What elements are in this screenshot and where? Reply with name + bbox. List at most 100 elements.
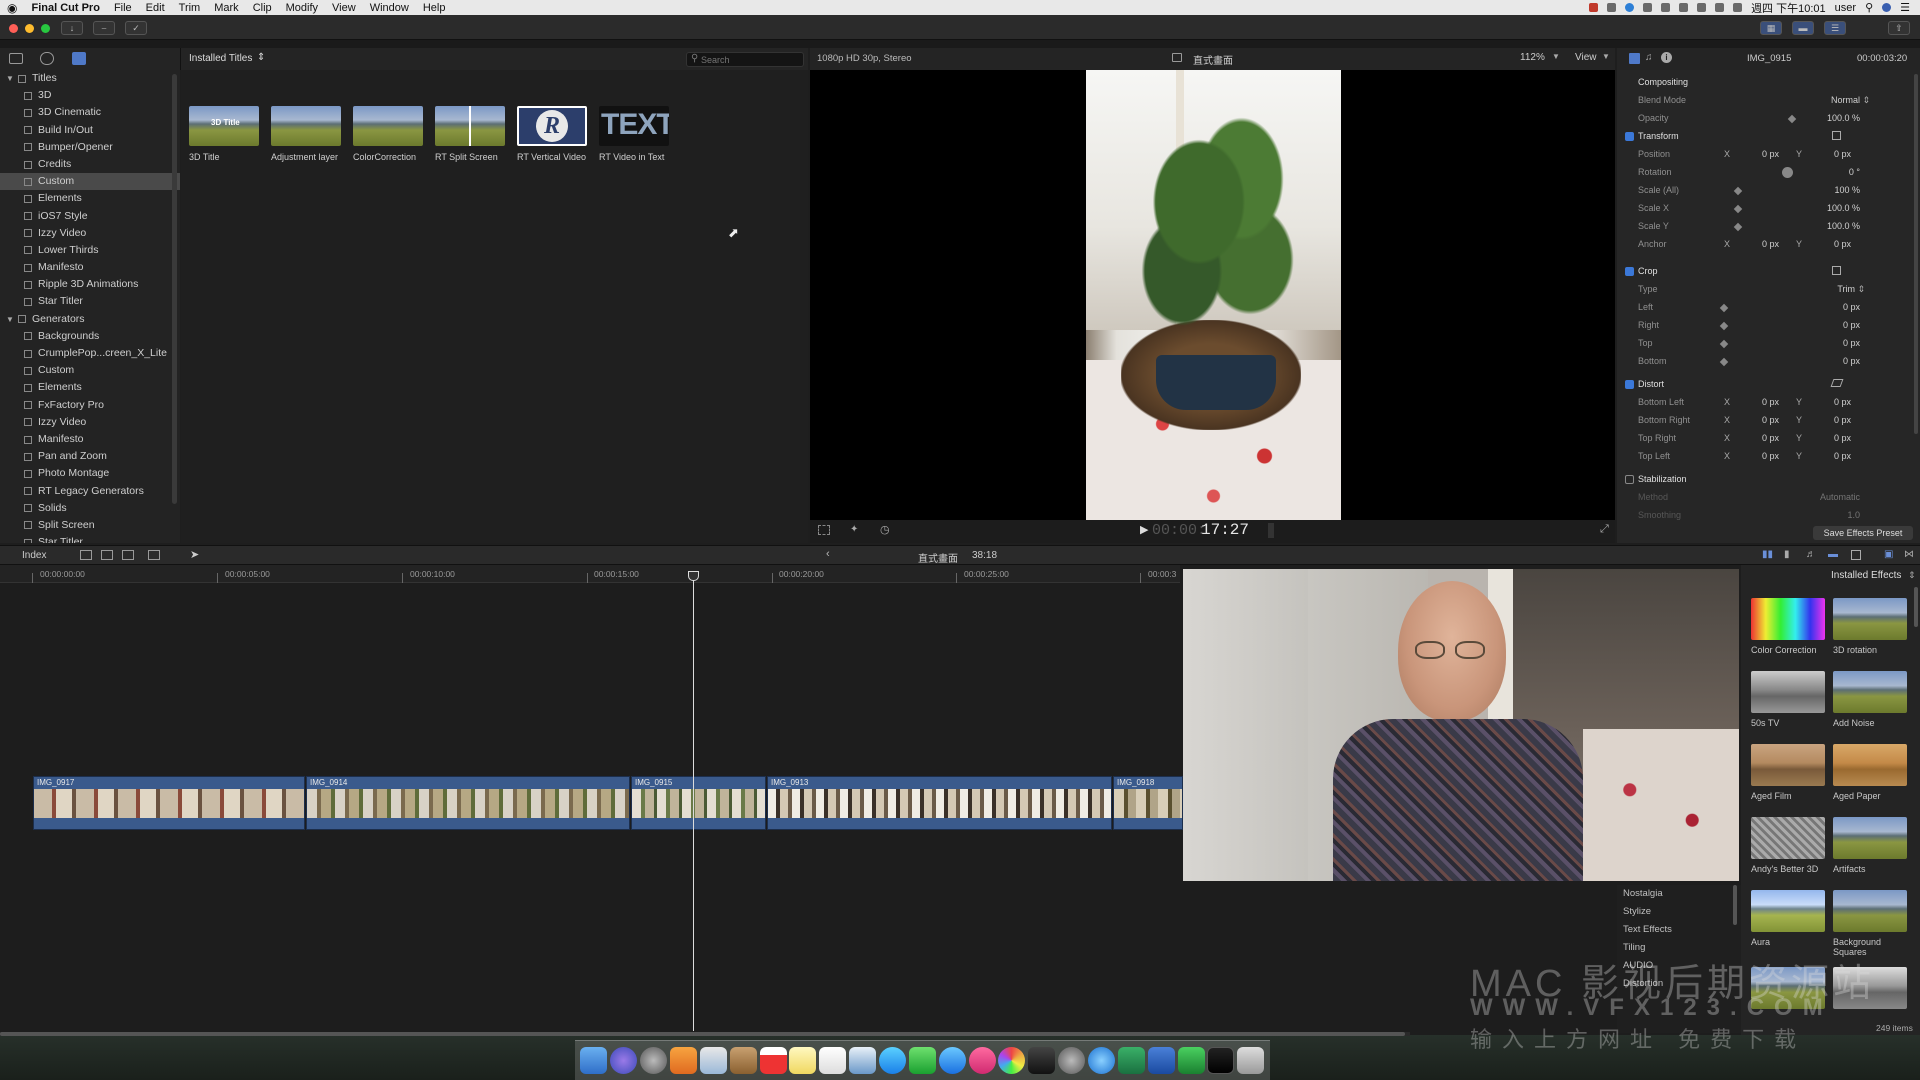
timeline-clip[interactable]: IMG_0915	[631, 776, 766, 830]
blend-mode-popup[interactable]: Normal	[1831, 95, 1860, 105]
library-popup-arrows-icon[interactable]: ⇕	[257, 52, 265, 63]
effects-category-popup[interactable]: Installed Effects	[1831, 570, 1901, 581]
sidebar-title-manifesto[interactable]: Manifesto	[0, 259, 180, 276]
scale-x-value[interactable]: 100.0 %	[1827, 203, 1860, 213]
category-scrollbar[interactable]	[1733, 885, 1737, 925]
effects-category-stylize[interactable]: Stylize	[1617, 903, 1741, 921]
timeline-clip[interactable]: IMG_0913	[767, 776, 1112, 830]
app-status-icon[interactable]	[1625, 3, 1635, 12]
stabilization-section[interactable]: Stabilization	[1617, 470, 1920, 488]
viewer-view-menu[interactable]: View	[1575, 52, 1597, 63]
word-icon[interactable]	[1147, 1047, 1175, 1074]
title-thumb-adjustment-layer[interactable]	[271, 106, 341, 146]
playhead-handle[interactable]	[688, 571, 699, 581]
chevron-down-icon[interactable]: ▼	[1602, 52, 1610, 61]
sidebar-generator-split-screen[interactable]: Split Screen	[0, 517, 180, 534]
audio-skimming-icon[interactable]: ♬	[1806, 549, 1816, 560]
browser-search-field[interactable]: ⚲	[686, 52, 804, 67]
insert-clip-icon[interactable]	[101, 550, 113, 560]
clip-appearance-icon[interactable]: ▮▮	[1762, 549, 1773, 560]
sidebar-title-bumper-opener[interactable]: Bumper/Opener	[0, 139, 180, 156]
scale-y-slider[interactable]	[1733, 222, 1743, 232]
preview-icon[interactable]	[699, 1047, 727, 1074]
sidebar-generator-fxfactory-pro[interactable]: FxFactory Pro	[0, 397, 180, 414]
camera-status-icon[interactable]	[1607, 3, 1617, 12]
opacity-slider[interactable]	[1787, 114, 1797, 124]
skimming-icon[interactable]: ▮	[1784, 549, 1790, 560]
facetime-icon[interactable]	[908, 1047, 936, 1074]
menu-mark[interactable]: Mark	[207, 2, 245, 14]
timeline-index-button[interactable]: Index	[22, 550, 46, 561]
crop-left-slider[interactable]	[1719, 303, 1729, 313]
scale-all-value[interactable]: 100 %	[1834, 185, 1860, 195]
scale-y-value[interactable]: 100.0 %	[1827, 221, 1860, 231]
crop-top-slider[interactable]	[1719, 339, 1729, 349]
solo-icon[interactable]: ▬	[1828, 549, 1838, 560]
timeline-clip[interactable]: IMG_0914	[306, 776, 630, 830]
titles-generators-icon[interactable]	[72, 52, 86, 65]
scale-all-slider[interactable]	[1733, 186, 1743, 196]
crop-onscreen-icon[interactable]	[1832, 266, 1841, 275]
popup-arrows-icon[interactable]: ⇕	[1857, 284, 1865, 295]
position-y-value[interactable]: 0 px	[1834, 149, 1851, 159]
append-clip-icon[interactable]	[122, 550, 134, 560]
sidebar-generator-crumplepop-creen-x-lite[interactable]: CrumplePop...creen_X_Lite	[0, 345, 180, 362]
crop-right-slider[interactable]	[1719, 321, 1729, 331]
viewer-zoom-popup[interactable]: 112%	[1520, 52, 1545, 63]
sidebar-title-star-titler[interactable]: Star Titler	[0, 293, 180, 310]
sidebar-generator-pan-and-zoom[interactable]: Pan and Zoom	[0, 448, 180, 465]
notes-icon[interactable]	[789, 1047, 817, 1074]
menu-view[interactable]: View	[325, 2, 363, 14]
sidebar-generator-custom[interactable]: Custom	[0, 362, 180, 379]
bluetooth-icon[interactable]	[1643, 3, 1653, 12]
transitions-browser-icon[interactable]: ⋈	[1904, 549, 1914, 560]
sidebar-title-elements[interactable]: Elements	[0, 190, 180, 207]
menubar-user[interactable]: user	[1835, 2, 1856, 14]
disclosure-triangle-icon[interactable]: ▼	[6, 311, 14, 328]
app-menu[interactable]: Final Cut Pro	[24, 2, 106, 14]
section-titles[interactable]: ▼ Titles	[0, 70, 180, 87]
share-icon[interactable]: ⇧	[1888, 21, 1910, 35]
transform-tool-icon[interactable]	[818, 525, 830, 535]
rotation-dial[interactable]	[1782, 167, 1793, 178]
sidebar-title-3d[interactable]: 3D	[0, 87, 180, 104]
menu-trim[interactable]: Trim	[172, 2, 208, 14]
effect-thumb-artifacts[interactable]	[1833, 817, 1907, 859]
library-popup[interactable]: Installed Titles	[189, 53, 252, 64]
fullscreen-icon[interactable]: ⤢	[1600, 523, 1609, 536]
effects-category-text-effects[interactable]: Text Effects	[1617, 921, 1741, 939]
siri-icon[interactable]	[1882, 3, 1892, 12]
distort-checkbox[interactable]	[1625, 379, 1634, 389]
inspector-layout-icon[interactable]: ☰	[1824, 21, 1846, 35]
volume-icon[interactable]	[1715, 3, 1725, 12]
chevron-down-icon[interactable]: ▼	[1552, 52, 1560, 61]
timeline-back-icon[interactable]: ‹	[826, 548, 830, 560]
effects-scrollbar[interactable]	[1914, 587, 1918, 627]
transform-onscreen-icon[interactable]	[1832, 131, 1841, 140]
info-inspector-icon[interactable]: i	[1661, 52, 1672, 63]
crop-type-popup[interactable]: Trim	[1837, 284, 1855, 294]
finder-icon[interactable]	[580, 1047, 608, 1074]
effect-thumb-color-correction[interactable]	[1751, 598, 1825, 640]
sidebar-title-izzy-video[interactable]: Izzy Video	[0, 225, 180, 242]
compositing-section[interactable]: Compositing	[1617, 73, 1920, 91]
connect-clip-icon[interactable]	[80, 550, 92, 560]
select-tool-icon[interactable]: ➤	[190, 548, 199, 561]
title-thumb-rt-vertical-video[interactable]: R	[517, 106, 587, 146]
menu-clip[interactable]: Clip	[246, 2, 279, 14]
rotation-value[interactable]: 0 °	[1849, 167, 1860, 177]
excel-icon[interactable]	[1117, 1047, 1145, 1074]
maps-icon[interactable]	[849, 1047, 877, 1074]
title-thumb-rt-split-screen[interactable]	[435, 106, 505, 146]
contacts-icon[interactable]	[729, 1047, 757, 1074]
timeline-clip[interactable]: IMG_0918	[1113, 776, 1183, 830]
title-thumb-3d-title[interactable]: 3D Title	[189, 106, 259, 146]
video-inspector-icon[interactable]	[1629, 53, 1640, 64]
background-tasks-icon[interactable]: ✓	[125, 21, 147, 35]
stabilization-checkbox[interactable]	[1625, 474, 1634, 484]
menu-window[interactable]: Window	[363, 2, 416, 14]
effect-thumb-aged-film[interactable]	[1751, 744, 1825, 786]
timeline-scrollbar[interactable]	[0, 1032, 1410, 1036]
calendar-icon[interactable]	[759, 1047, 787, 1074]
import-icon[interactable]: ↓	[61, 21, 83, 35]
